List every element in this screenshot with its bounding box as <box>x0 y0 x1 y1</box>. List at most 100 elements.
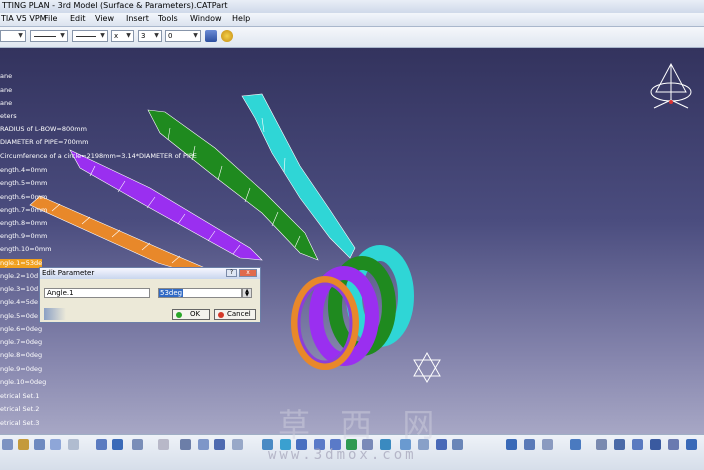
tree-item-angle-2[interactable]: ngle.2=10d <box>0 272 38 280</box>
tree-item-angle-8[interactable]: ngle.8=0deg <box>0 351 42 359</box>
dialog-title-bar[interactable]: Edit Parameter ? x <box>40 268 260 279</box>
knowledge-icon[interactable] <box>198 439 209 450</box>
tree-item-angle-10[interactable]: ngle.10=0deg <box>0 378 46 386</box>
chevron-down-icon: ▼ <box>18 32 23 39</box>
compass-icon[interactable] <box>650 62 692 109</box>
tree-item-angle-4[interactable]: ngle.4=5de <box>0 298 38 306</box>
title-bar: TTING PLAN - 3rd Model (Surface & Parame… <box>0 0 704 13</box>
tree-item-angle-7[interactable]: ngle.7=0deg <box>0 338 42 346</box>
dialog-decoration <box>44 308 66 320</box>
chevron-down-icon: ▼ <box>100 32 105 39</box>
filter-value: 0 <box>168 32 173 40</box>
tree-item-geometrical-set-1[interactable]: etrical Set.1 <box>0 392 39 400</box>
formula-icon[interactable] <box>132 439 143 450</box>
3d-viewport[interactable]: ane ane ane eters RADIUS of L-BOW=800mm … <box>0 48 704 434</box>
tree-item-length-9[interactable]: ength.9=0mm <box>0 232 47 240</box>
tree-item-diameter[interactable]: DIAMETER of PIPE=700mm <box>0 138 88 146</box>
chevron-down-icon: ▼ <box>154 32 159 39</box>
fill-color-dropdown[interactable]: ▼ <box>0 30 26 42</box>
ok-button[interactable]: OK <box>172 309 210 320</box>
layer-filter-icon[interactable] <box>205 30 217 42</box>
cancel-button[interactable]: Cancel <box>214 309 256 320</box>
pipe-rings[interactable] <box>291 245 414 370</box>
parameter-icon[interactable] <box>158 439 169 450</box>
parameter-name-field: Angle.1 <box>44 288 150 298</box>
paste-icon[interactable] <box>50 439 61 450</box>
scan-icon[interactable] <box>596 439 607 450</box>
menu-help[interactable]: Help <box>232 14 250 23</box>
parameter-value-text: 53deg <box>159 289 184 297</box>
tree-item-angle-6[interactable]: ngle.6=0deg <box>0 325 42 333</box>
line-thickness-preview <box>76 36 96 37</box>
dialog-title: Edit Parameter <box>42 269 95 277</box>
analysis-icon[interactable] <box>524 439 535 450</box>
tree-item-length-6[interactable]: ength.6=0mm <box>0 193 47 201</box>
select-icon[interactable] <box>2 439 13 450</box>
cancel-icon <box>218 312 224 318</box>
filter-dropdown[interactable]: 0 ▼ <box>165 30 201 42</box>
tree-item-angle-5[interactable]: ngle.5=0de <box>0 312 38 320</box>
tree-item-length-7[interactable]: ength.7=0mm <box>0 206 47 214</box>
layer-value: 3 <box>141 32 146 40</box>
catalog-icon[interactable] <box>506 439 517 450</box>
tree-item-length-10[interactable]: ength.10=0mm <box>0 245 52 253</box>
tree-item-parameters[interactable]: eters <box>0 112 17 120</box>
cut-icon[interactable] <box>18 439 29 450</box>
tree-item-radius[interactable]: RADIUS of L-BOW=800mm <box>0 125 87 133</box>
painter-icon[interactable] <box>221 30 233 42</box>
tree-item-length-8[interactable]: ength.8=0mm <box>0 219 47 227</box>
lighting-icon[interactable] <box>632 439 643 450</box>
undo-icon[interactable] <box>68 439 79 450</box>
edit-parameter-dialog: Edit Parameter ? x Angle.1 53deg ▲ ▼ OK C… <box>39 267 261 323</box>
line-type-preview <box>34 36 56 37</box>
tree-item-geometrical-set-3[interactable]: etrical Set.3 <box>0 419 39 427</box>
help-button[interactable]: ? <box>226 269 237 277</box>
table-icon[interactable] <box>180 439 191 450</box>
view-point-icon[interactable] <box>614 439 625 450</box>
menu-file[interactable]: File <box>44 14 57 23</box>
tree-item-geometrical-set-2[interactable]: etrical Set.2 <box>0 405 39 413</box>
options-icon[interactable] <box>686 439 697 450</box>
render-icon[interactable] <box>452 439 463 450</box>
tree-item-plane-2[interactable]: ane <box>0 86 12 94</box>
menu-vpm[interactable]: TIA V5 VPM <box>1 14 47 23</box>
copy-icon[interactable] <box>34 439 45 450</box>
menu-window[interactable]: Window <box>190 14 222 23</box>
tree-item-angle-1[interactable]: ngle.1=53de <box>0 259 42 267</box>
cancel-label: Cancel <box>227 310 251 318</box>
tree-item-length-5[interactable]: ength.5=0mm <box>0 179 47 187</box>
layer-dropdown[interactable]: 3 ▼ <box>138 30 162 42</box>
sketcher-icon[interactable] <box>96 439 107 450</box>
menu-edit[interactable]: Edit <box>70 14 86 23</box>
parameter-value-input[interactable]: 53deg <box>158 288 242 298</box>
point-symbol-dropdown[interactable]: x ▼ <box>111 30 134 42</box>
menu-bar: TIA V5 VPM File Edit View Insert Tools W… <box>0 13 704 27</box>
law-icon[interactable] <box>214 439 225 450</box>
chevron-down-icon: ▼ <box>193 32 198 39</box>
tree-item-angle-9[interactable]: ngle.9=0deg <box>0 365 42 373</box>
line-thickness-dropdown[interactable]: ▼ <box>72 30 108 42</box>
tree-item-angle-3[interactable]: ngle.3=10d <box>0 285 38 293</box>
watermark-url: www.3dmox.com <box>268 447 417 463</box>
depth-effect-icon[interactable] <box>668 439 679 450</box>
tree-item-length-4[interactable]: ength.4=0mm <box>0 166 47 174</box>
tree-item-plane-1[interactable]: ane <box>0 72 12 80</box>
line-type-dropdown[interactable]: ▼ <box>30 30 68 42</box>
ok-icon <box>176 312 182 318</box>
draft-analysis-icon[interactable] <box>542 439 553 450</box>
measure-icon[interactable] <box>112 439 123 450</box>
ok-label: OK <box>190 310 201 318</box>
ground-icon[interactable] <box>650 439 661 450</box>
menu-view[interactable]: View <box>95 14 114 23</box>
tree-item-circumference[interactable]: Circumference of a circle=2198mm=3.14*DI… <box>0 152 197 160</box>
axis-icon <box>413 351 441 383</box>
graphic-properties-toolbar: ▼ ▼ ▼ x ▼ 3 ▼ 0 ▼ <box>0 27 704 48</box>
menu-tools[interactable]: Tools <box>158 14 178 23</box>
check-icon[interactable] <box>232 439 243 450</box>
close-button[interactable]: x <box>239 269 257 277</box>
apply-material-icon[interactable] <box>570 439 581 450</box>
geometry-canvas <box>29 62 692 383</box>
value-spinner[interactable]: ▲ ▼ <box>242 288 252 298</box>
menu-insert[interactable]: Insert <box>126 14 149 23</box>
tree-item-plane-3[interactable]: ane <box>0 99 12 107</box>
